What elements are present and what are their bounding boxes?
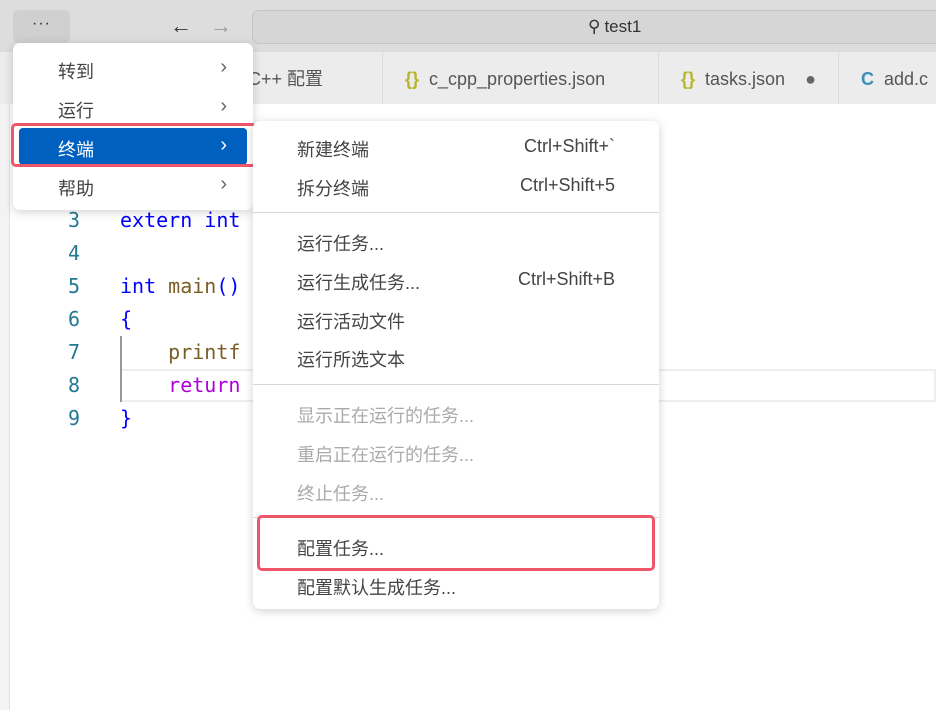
more-menu-button[interactable]: ··· xyxy=(13,10,70,43)
line-number: 6 xyxy=(67,307,80,331)
arrow-left-icon[interactable]: ← xyxy=(170,12,192,40)
json-file-icon: {} xyxy=(405,69,420,89)
search-icon: ⚲ xyxy=(588,17,601,36)
code-line: printf xyxy=(120,340,241,364)
menu-item-label: 重启正在运行的任务... xyxy=(297,445,475,465)
code-line: return xyxy=(120,373,241,397)
menu-item-label: 配置默认生成任务... xyxy=(297,578,457,598)
chevron-right-icon: › xyxy=(220,173,227,195)
line-number: 9 xyxy=(67,406,80,430)
menu-item-label: 运行 xyxy=(58,101,94,121)
code-line: } xyxy=(120,406,133,430)
menu-item-run-active-file[interactable]: 运行活动文件 xyxy=(259,300,653,337)
menu-item-label: 转到 xyxy=(58,62,94,82)
highlight-box xyxy=(257,515,655,571)
tab-tasks-json[interactable]: {} tasks.json ● xyxy=(658,52,838,104)
menu-item-help[interactable]: 帮助 › xyxy=(19,167,247,204)
menu-item-label: 运行所选文本 xyxy=(297,350,405,370)
parens: () xyxy=(216,274,241,298)
keyword: extern xyxy=(120,208,193,232)
separator xyxy=(253,384,659,385)
menu-item-label: 显示正在运行的任务... xyxy=(297,406,475,426)
tab-add-c[interactable]: Cadd.c xyxy=(838,52,936,104)
tab-c-cpp-properties[interactable]: {} c_cpp_properties.json xyxy=(382,52,658,104)
chevron-right-icon: › xyxy=(220,95,227,117)
line-number: 5 xyxy=(67,274,80,298)
line-number: 7 xyxy=(67,340,80,364)
json-file-icon: {} xyxy=(681,69,696,89)
menu-item-configure-default-build-task[interactable]: 配置默认生成任务... xyxy=(259,566,653,603)
shortcut: Ctrl+Shift+5 xyxy=(519,175,615,195)
menu-item-label: 拆分终端 xyxy=(297,179,369,199)
shortcut: Ctrl+Shift+B xyxy=(517,269,615,289)
menu-item-run[interactable]: 运行 › xyxy=(19,89,247,126)
chevron-right-icon: › xyxy=(220,56,227,78)
menu-item-label: 运行生成任务... xyxy=(297,273,421,293)
menu-item-goto[interactable]: 转到 › xyxy=(19,50,247,87)
menu-item-label: 运行任务... xyxy=(297,234,385,254)
menu-item-run-task[interactable]: 运行任务... xyxy=(259,222,653,259)
keyword: int xyxy=(192,208,241,232)
menu-item-show-running-tasks: 显示正在运行的任务... xyxy=(259,394,653,431)
function-name: main xyxy=(156,274,217,298)
separator xyxy=(253,212,659,213)
code-line: int main() xyxy=(120,270,240,303)
menu-item-new-terminal[interactable]: 新建终端 Ctrl+Shift+` xyxy=(259,128,653,165)
menu-item-run-build-task[interactable]: 运行生成任务... Ctrl+Shift+B xyxy=(259,261,653,298)
search-text: test1 xyxy=(604,17,642,36)
arrow-right-icon[interactable]: → xyxy=(210,12,232,40)
tab-label: tasks.json xyxy=(705,69,786,89)
code-line: { xyxy=(120,307,133,331)
menu-item-label: 运行活动文件 xyxy=(297,312,405,332)
command-center-search[interactable]: ⚲ test1 xyxy=(252,10,936,44)
menu-item-run-selected-text[interactable]: 运行所选文本 xyxy=(259,338,653,375)
menu-item-label: 新建终端 xyxy=(297,140,369,160)
keyword: int xyxy=(120,274,157,298)
unsaved-dot-icon[interactable]: ● xyxy=(805,69,816,89)
line-number: 4 xyxy=(67,241,80,265)
menu-item-label: 终止任务... xyxy=(297,484,385,504)
shortcut: Ctrl+Shift+` xyxy=(523,136,615,156)
tab-label: c_cpp_properties.json xyxy=(429,69,606,89)
menu-item-label: 帮助 xyxy=(58,179,94,199)
menu-item-terminate-task: 终止任务... xyxy=(259,472,653,509)
tab-label: add.c xyxy=(884,69,929,89)
c-file-icon: C xyxy=(861,69,874,89)
menu-item-restart-running-task: 重启正在运行的任务... xyxy=(259,433,653,470)
highlight-box xyxy=(11,123,257,167)
line-number: 8 xyxy=(67,373,80,397)
menu-item-split-terminal[interactable]: 拆分终端 Ctrl+Shift+5 xyxy=(259,167,653,204)
